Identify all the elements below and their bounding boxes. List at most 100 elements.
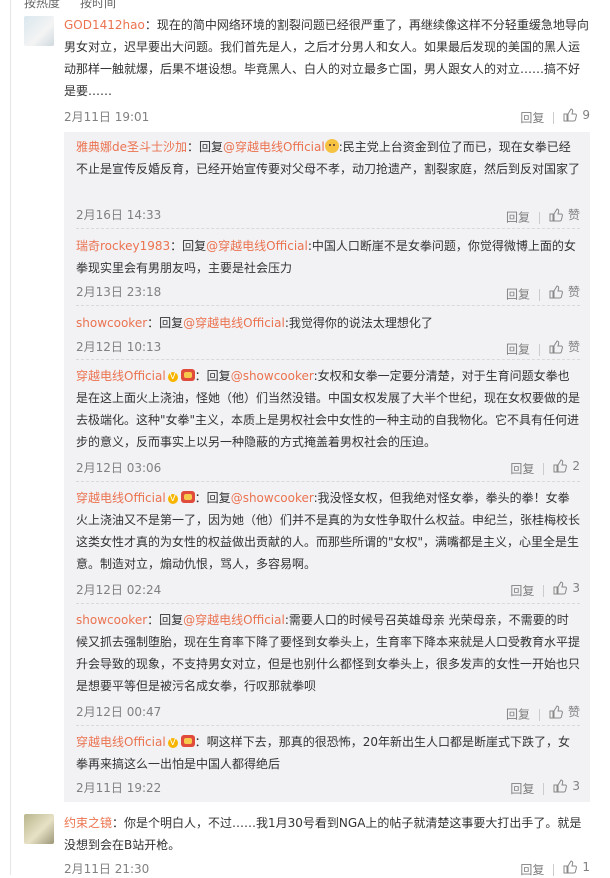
- reply-divider: [76, 481, 580, 482]
- like-label: 赞: [567, 285, 580, 299]
- like-count: 2: [572, 459, 580, 473]
- reply-prefix: ：回复: [187, 140, 224, 154]
- reply-button[interactable]: 回复: [506, 211, 530, 225]
- reply-meta: 2月12日 00:47 回复 赞: [76, 703, 580, 722]
- reply-time: 2月11日 19:22: [76, 781, 162, 795]
- action-divider: [543, 463, 545, 475]
- like-button[interactable]: 2: [553, 459, 580, 473]
- reply-text: 穿越电线Official V ：回复@showcooker:女权和女拳一定要分清楚，…: [76, 365, 580, 453]
- thumbs-up-icon: [549, 704, 563, 718]
- comment-text: GOD1412hao：现在的简中网络环境的割裂问题已经很严重了，再继续像这样不分…: [64, 14, 590, 102]
- mention-link[interactable]: @穿越电线Official: [183, 316, 285, 330]
- thumbs-up-icon: [549, 339, 563, 353]
- like-label: 赞: [567, 705, 580, 719]
- thumbs-up-icon: [553, 581, 568, 595]
- reply-button[interactable]: 回复: [510, 584, 534, 598]
- comment-meta: 2月11日 19:01 回复 9: [64, 108, 590, 126]
- reply-meta: 2月12日 10:13 回复 赞: [76, 338, 580, 357]
- reply-meta: 2月12日 03:06 回复 2: [76, 459, 580, 477]
- reply-username[interactable]: 穿越电线Official: [76, 491, 166, 505]
- like-count: 3: [572, 581, 580, 595]
- reply-time: 2月12日 10:13: [76, 340, 162, 354]
- action-divider: [553, 112, 555, 124]
- reply-time: 2月16日 14:33: [76, 208, 162, 222]
- reply-button[interactable]: 回复: [510, 782, 534, 796]
- reply-text: 雅典娜de圣斗士沙加：回复@穿越电线Official:民主党上台资金到位了而已，…: [76, 136, 580, 180]
- reply-time: 2月12日 02:24: [76, 583, 162, 597]
- reply-prefix: ：回复: [194, 369, 231, 383]
- mention-link[interactable]: @showcooker: [231, 369, 314, 383]
- reply-divider: [76, 305, 580, 306]
- reply-time: 2月12日 03:06: [76, 461, 162, 475]
- comment-time: 2月11日 19:01: [64, 110, 150, 124]
- action-divider: [543, 585, 545, 597]
- vip-icon: [180, 491, 195, 503]
- reply-username[interactable]: showcooker: [76, 316, 147, 330]
- verified-icon: V: [167, 372, 178, 382]
- like-count: 9: [582, 108, 590, 122]
- sort-by-hot-tab[interactable]: 按热度: [24, 0, 60, 10]
- reply-button[interactable]: 回复: [510, 462, 534, 476]
- verified-icon: V: [167, 738, 178, 748]
- action-divider: [543, 783, 545, 795]
- mention-link[interactable]: @穿越电线Official: [206, 239, 308, 253]
- reply-button[interactable]: 回复: [506, 708, 530, 722]
- like-button[interactable]: 赞: [549, 206, 580, 223]
- like-button[interactable]: 3: [553, 581, 580, 595]
- mention-link[interactable]: @穿越电线Official: [183, 613, 285, 627]
- reply-username[interactable]: 瑞奇rockey1983: [76, 239, 170, 253]
- vip-icon: [180, 735, 195, 747]
- comment-username[interactable]: GOD1412hao: [64, 18, 145, 32]
- like-button[interactable]: 1: [563, 860, 590, 874]
- reply-prefix: ：回复: [194, 491, 231, 505]
- like-count: 3: [572, 779, 580, 793]
- like-count: 1: [582, 860, 590, 874]
- like-button[interactable]: 赞: [549, 703, 580, 720]
- comment-meta: 2月11日 21:30 回复 1: [64, 860, 590, 878]
- reply-meta: 2月13日 23:18 回复 赞: [76, 283, 580, 302]
- reply-username[interactable]: 雅典娜de圣斗士沙加: [76, 140, 187, 154]
- reply-body: :我觉得你的说法太理想化了: [284, 316, 433, 330]
- avatar[interactable]: [24, 814, 54, 844]
- like-label: 赞: [567, 340, 580, 354]
- reply-prefix: ：回复: [170, 239, 207, 253]
- comment-username[interactable]: 约束之镜: [64, 816, 112, 830]
- thumbs-up-icon: [553, 459, 568, 473]
- reply-text: showcooker：回复@穿越电线Official:需要人口的时候号召英雄母亲…: [76, 609, 580, 697]
- like-label: 赞: [567, 208, 580, 222]
- reply-time: 2月12日 00:47: [76, 705, 162, 719]
- like-button[interactable]: 赞: [549, 283, 580, 300]
- reply-username[interactable]: showcooker: [76, 613, 147, 627]
- reply-divider: [76, 359, 580, 360]
- reply-button[interactable]: 回复: [506, 343, 530, 357]
- comment-time: 2月11日 21:30: [64, 862, 150, 876]
- left-border: [10, 0, 11, 875]
- reply-divider: [76, 603, 580, 604]
- reply-time: 2月13日 23:18: [76, 285, 162, 299]
- avatar[interactable]: [24, 16, 54, 46]
- mention-link[interactable]: @穿越电线Official: [223, 140, 325, 154]
- like-button[interactable]: 9: [563, 108, 590, 122]
- reply-button[interactable]: 回复: [520, 111, 544, 125]
- reply-text: 穿越电线Official V ：回复@showcooker:我没怪女权，但我绝对怪女…: [76, 487, 580, 575]
- reply-button[interactable]: 回复: [506, 288, 530, 302]
- reply-username[interactable]: 穿越电线Official: [76, 369, 166, 383]
- reply-divider: [76, 725, 580, 726]
- reply-prefix: ：回复: [147, 613, 184, 627]
- thumbs-up-icon: [549, 284, 563, 298]
- like-button[interactable]: 赞: [549, 338, 580, 355]
- reply-text: 瑞奇rockey1983：回复@穿越电线Official:中国人口断崖不是女拳问…: [76, 235, 580, 279]
- thumbs-up-icon: [553, 779, 568, 793]
- reply-meta: 2月11日 19:22 回复 3: [76, 779, 580, 797]
- verified-icon: V: [167, 494, 178, 504]
- comment-text: 约束之镜：你是个明白人，不过……我1月30号看到NGA上的帖子就清楚这事要大打出…: [64, 812, 590, 856]
- sort-by-time-tab[interactable]: 按时间: [80, 0, 116, 10]
- reply-meta: 2月12日 02:24 回复 3: [76, 581, 580, 599]
- reply-username[interactable]: 穿越电线Official: [76, 735, 166, 749]
- like-button[interactable]: 3: [553, 779, 580, 793]
- mention-link[interactable]: @showcooker: [231, 491, 314, 505]
- thumbs-up-icon: [563, 860, 578, 874]
- reply-meta: 2月16日 14:33 回复 赞: [76, 206, 580, 225]
- action-divider: [553, 864, 555, 876]
- reply-divider: [76, 228, 580, 229]
